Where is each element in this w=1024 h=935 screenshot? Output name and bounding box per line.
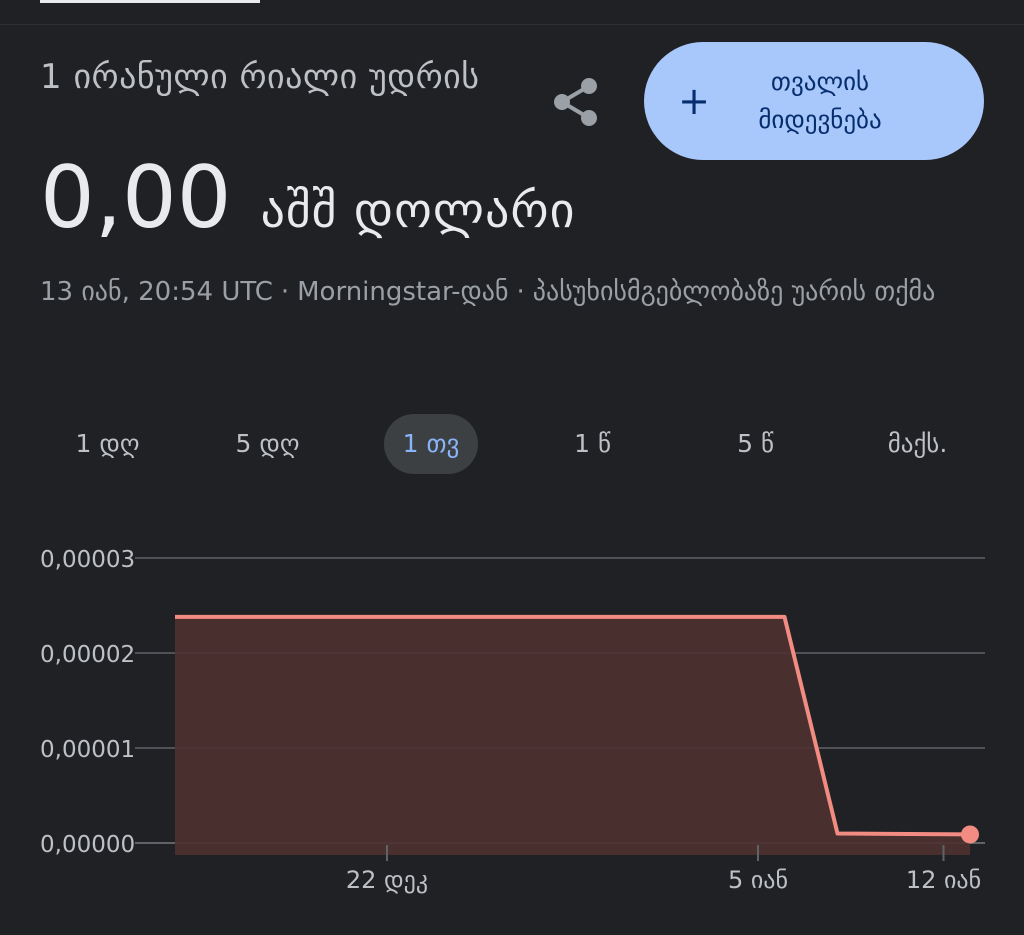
x-tick-label: 12 იან	[906, 866, 981, 894]
meta-line: 13 იან, 20:54 UTC · Morningstar-დან · პასუხი…	[40, 268, 990, 316]
price-value: 0,00	[40, 148, 232, 248]
price-chart: 0,00003 0,00002 0,00001 0,00000 22 დეკ 5 იან…	[40, 547, 985, 894]
x-tick-label: 22 დეკ	[346, 866, 428, 894]
tab-1-year[interactable]: 1 წ	[525, 414, 660, 474]
top-divider	[0, 24, 1024, 25]
separator: ·	[516, 277, 525, 307]
y-tick-label: 0,00001	[40, 737, 135, 763]
source-link[interactable]: Morningstar-დან	[297, 277, 508, 307]
y-tick-label: 0,00002	[40, 642, 135, 668]
price-row: 0,00 აშშ დოლარი	[40, 150, 575, 246]
tab-1-day[interactable]: 1 დღ	[40, 414, 175, 474]
chart-current-point	[961, 825, 979, 844]
tab-5-day[interactable]: 5 დღ	[200, 414, 335, 474]
disclaimer-link[interactable]: პასუხისმგებლობაზე უარის თქმა	[533, 277, 936, 307]
conversion-label: 1 ირანული რიალი უდრის	[40, 57, 480, 97]
share-icon	[554, 78, 597, 126]
y-tick-label: 0,00000	[40, 832, 135, 858]
top-edge-bar	[40, 0, 260, 3]
share-button[interactable]	[545, 72, 605, 132]
y-tick-label: 0,00003	[40, 547, 135, 573]
price-currency: აშშ დოლარი	[260, 183, 576, 239]
plus-icon: +	[678, 79, 710, 123]
follow-button[interactable]: + თვალის მიდევნება	[644, 42, 984, 160]
tab-max[interactable]: მაქს.	[850, 414, 985, 474]
separator: ·	[280, 277, 290, 307]
tab-1-month[interactable]: 1 თვ	[384, 414, 478, 474]
range-tabs: 1 დღ 5 დღ 1 თვ 1 წ 5 წ მაქს.	[0, 414, 1024, 476]
y-axis-labels: 0,00003 0,00002 0,00001 0,00000	[40, 547, 135, 858]
follow-label: თვალის მიდევნება	[758, 67, 882, 134]
timestamp: 13 იან, 20:54 UTC	[40, 277, 273, 307]
tab-5-year[interactable]: 5 წ	[688, 414, 823, 474]
x-tick-label: 5 იან	[728, 866, 788, 894]
